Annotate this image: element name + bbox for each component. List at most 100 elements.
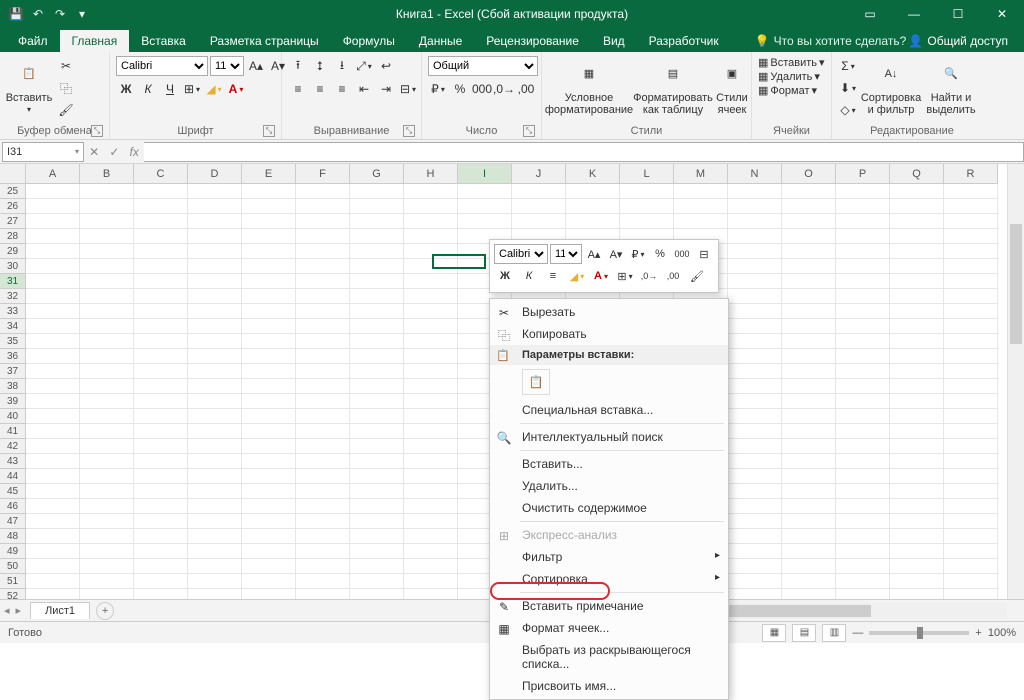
fill-color-button[interactable]: ◢ (204, 79, 224, 99)
tab-layout[interactable]: Разметка страницы (198, 30, 331, 52)
cell[interactable] (782, 484, 836, 499)
cell[interactable] (836, 574, 890, 589)
column-header[interactable]: H (404, 164, 458, 184)
cell[interactable] (944, 409, 998, 424)
font-name-select[interactable]: Calibri (116, 56, 208, 76)
cell[interactable] (728, 289, 782, 304)
borders-button[interactable]: ⊞ (182, 79, 202, 99)
cell[interactable] (890, 289, 944, 304)
cell[interactable] (134, 289, 188, 304)
cell[interactable] (188, 409, 242, 424)
cell[interactable] (782, 274, 836, 289)
undo-icon[interactable]: ↶ (30, 6, 46, 22)
cell[interactable] (350, 469, 404, 484)
ctx-insert-comment[interactable]: ✎Вставить примечание (490, 595, 728, 617)
cell[interactable] (80, 484, 134, 499)
sheet-tab[interactable]: Лист1 (30, 602, 90, 619)
cell[interactable] (296, 514, 350, 529)
cell[interactable] (944, 229, 998, 244)
row-header[interactable]: 39 (0, 394, 26, 409)
cell[interactable] (782, 289, 836, 304)
cell[interactable] (836, 514, 890, 529)
cell[interactable] (80, 259, 134, 274)
cell[interactable] (80, 199, 134, 214)
cell[interactable] (944, 244, 998, 259)
cell[interactable] (242, 559, 296, 574)
vertical-scrollbar[interactable] (1007, 164, 1024, 599)
cell[interactable] (728, 229, 782, 244)
insert-cells-button[interactable]: ▦ Вставить ▾ (758, 56, 825, 69)
close-icon[interactable]: ✕ (980, 0, 1024, 28)
select-all-button[interactable] (0, 164, 26, 184)
cell[interactable] (944, 529, 998, 544)
cell[interactable] (350, 304, 404, 319)
cell[interactable] (404, 484, 458, 499)
cell[interactable] (296, 184, 350, 199)
dialog-launcher-icon[interactable]: ⤡ (523, 125, 535, 137)
cell[interactable] (836, 454, 890, 469)
cell[interactable] (944, 544, 998, 559)
cell[interactable] (890, 244, 944, 259)
column-header[interactable]: A (26, 164, 80, 184)
cut-icon[interactable]: ✂ (56, 56, 76, 76)
cell[interactable] (890, 274, 944, 289)
cell[interactable] (188, 529, 242, 544)
cell[interactable] (296, 409, 350, 424)
cell[interactable] (782, 259, 836, 274)
cell[interactable] (296, 544, 350, 559)
cell[interactable] (134, 439, 188, 454)
ctx-pick-dropdown[interactable]: Выбрать из раскрывающегося списка... (490, 639, 728, 675)
zoom-out-button[interactable]: — (852, 627, 863, 639)
cell[interactable] (890, 424, 944, 439)
dialog-launcher-icon[interactable]: ⤡ (403, 125, 415, 137)
cell[interactable] (134, 349, 188, 364)
cell[interactable] (782, 379, 836, 394)
cell[interactable] (242, 454, 296, 469)
cell[interactable] (944, 199, 998, 214)
cell[interactable] (80, 499, 134, 514)
tab-formulas[interactable]: Формулы (331, 30, 407, 52)
cell[interactable] (242, 574, 296, 589)
cell[interactable] (890, 364, 944, 379)
cell[interactable] (782, 349, 836, 364)
cell[interactable] (404, 349, 458, 364)
cell[interactable] (350, 484, 404, 499)
indent-inc-icon[interactable]: ⇥ (376, 79, 396, 99)
sort-filter-button[interactable]: A↓Сортировка и фильтр (862, 56, 920, 116)
cell[interactable] (242, 394, 296, 409)
cell[interactable] (188, 484, 242, 499)
cell[interactable] (188, 289, 242, 304)
cell[interactable] (296, 574, 350, 589)
cell[interactable] (890, 529, 944, 544)
cell[interactable] (296, 289, 350, 304)
cell[interactable] (188, 244, 242, 259)
cell[interactable] (728, 334, 782, 349)
column-header[interactable]: P (836, 164, 890, 184)
cell[interactable] (134, 229, 188, 244)
ctx-cut[interactable]: ✂Вырезать (490, 301, 728, 323)
cell[interactable] (728, 349, 782, 364)
tab-data[interactable]: Данные (407, 30, 474, 52)
cell[interactable] (404, 424, 458, 439)
cell[interactable] (350, 319, 404, 334)
cell[interactable] (836, 379, 890, 394)
cell[interactable] (296, 559, 350, 574)
cell[interactable] (134, 259, 188, 274)
row-header[interactable]: 26 (0, 199, 26, 214)
mini-shrink-font-icon[interactable]: A▾ (606, 244, 626, 264)
cell[interactable] (296, 244, 350, 259)
ctx-format-cells[interactable]: ▦Формат ячеек... (490, 617, 728, 639)
cell[interactable] (188, 394, 242, 409)
cell[interactable] (836, 334, 890, 349)
column-header[interactable]: J (512, 164, 566, 184)
cell[interactable] (26, 274, 80, 289)
paste-button[interactable]: 📋 Вставить▾ (6, 56, 52, 116)
cell[interactable] (728, 484, 782, 499)
cell[interactable] (134, 574, 188, 589)
cell[interactable] (188, 439, 242, 454)
cell[interactable] (134, 184, 188, 199)
cell[interactable] (26, 454, 80, 469)
cell[interactable] (728, 469, 782, 484)
cell[interactable] (782, 394, 836, 409)
cell[interactable] (134, 559, 188, 574)
